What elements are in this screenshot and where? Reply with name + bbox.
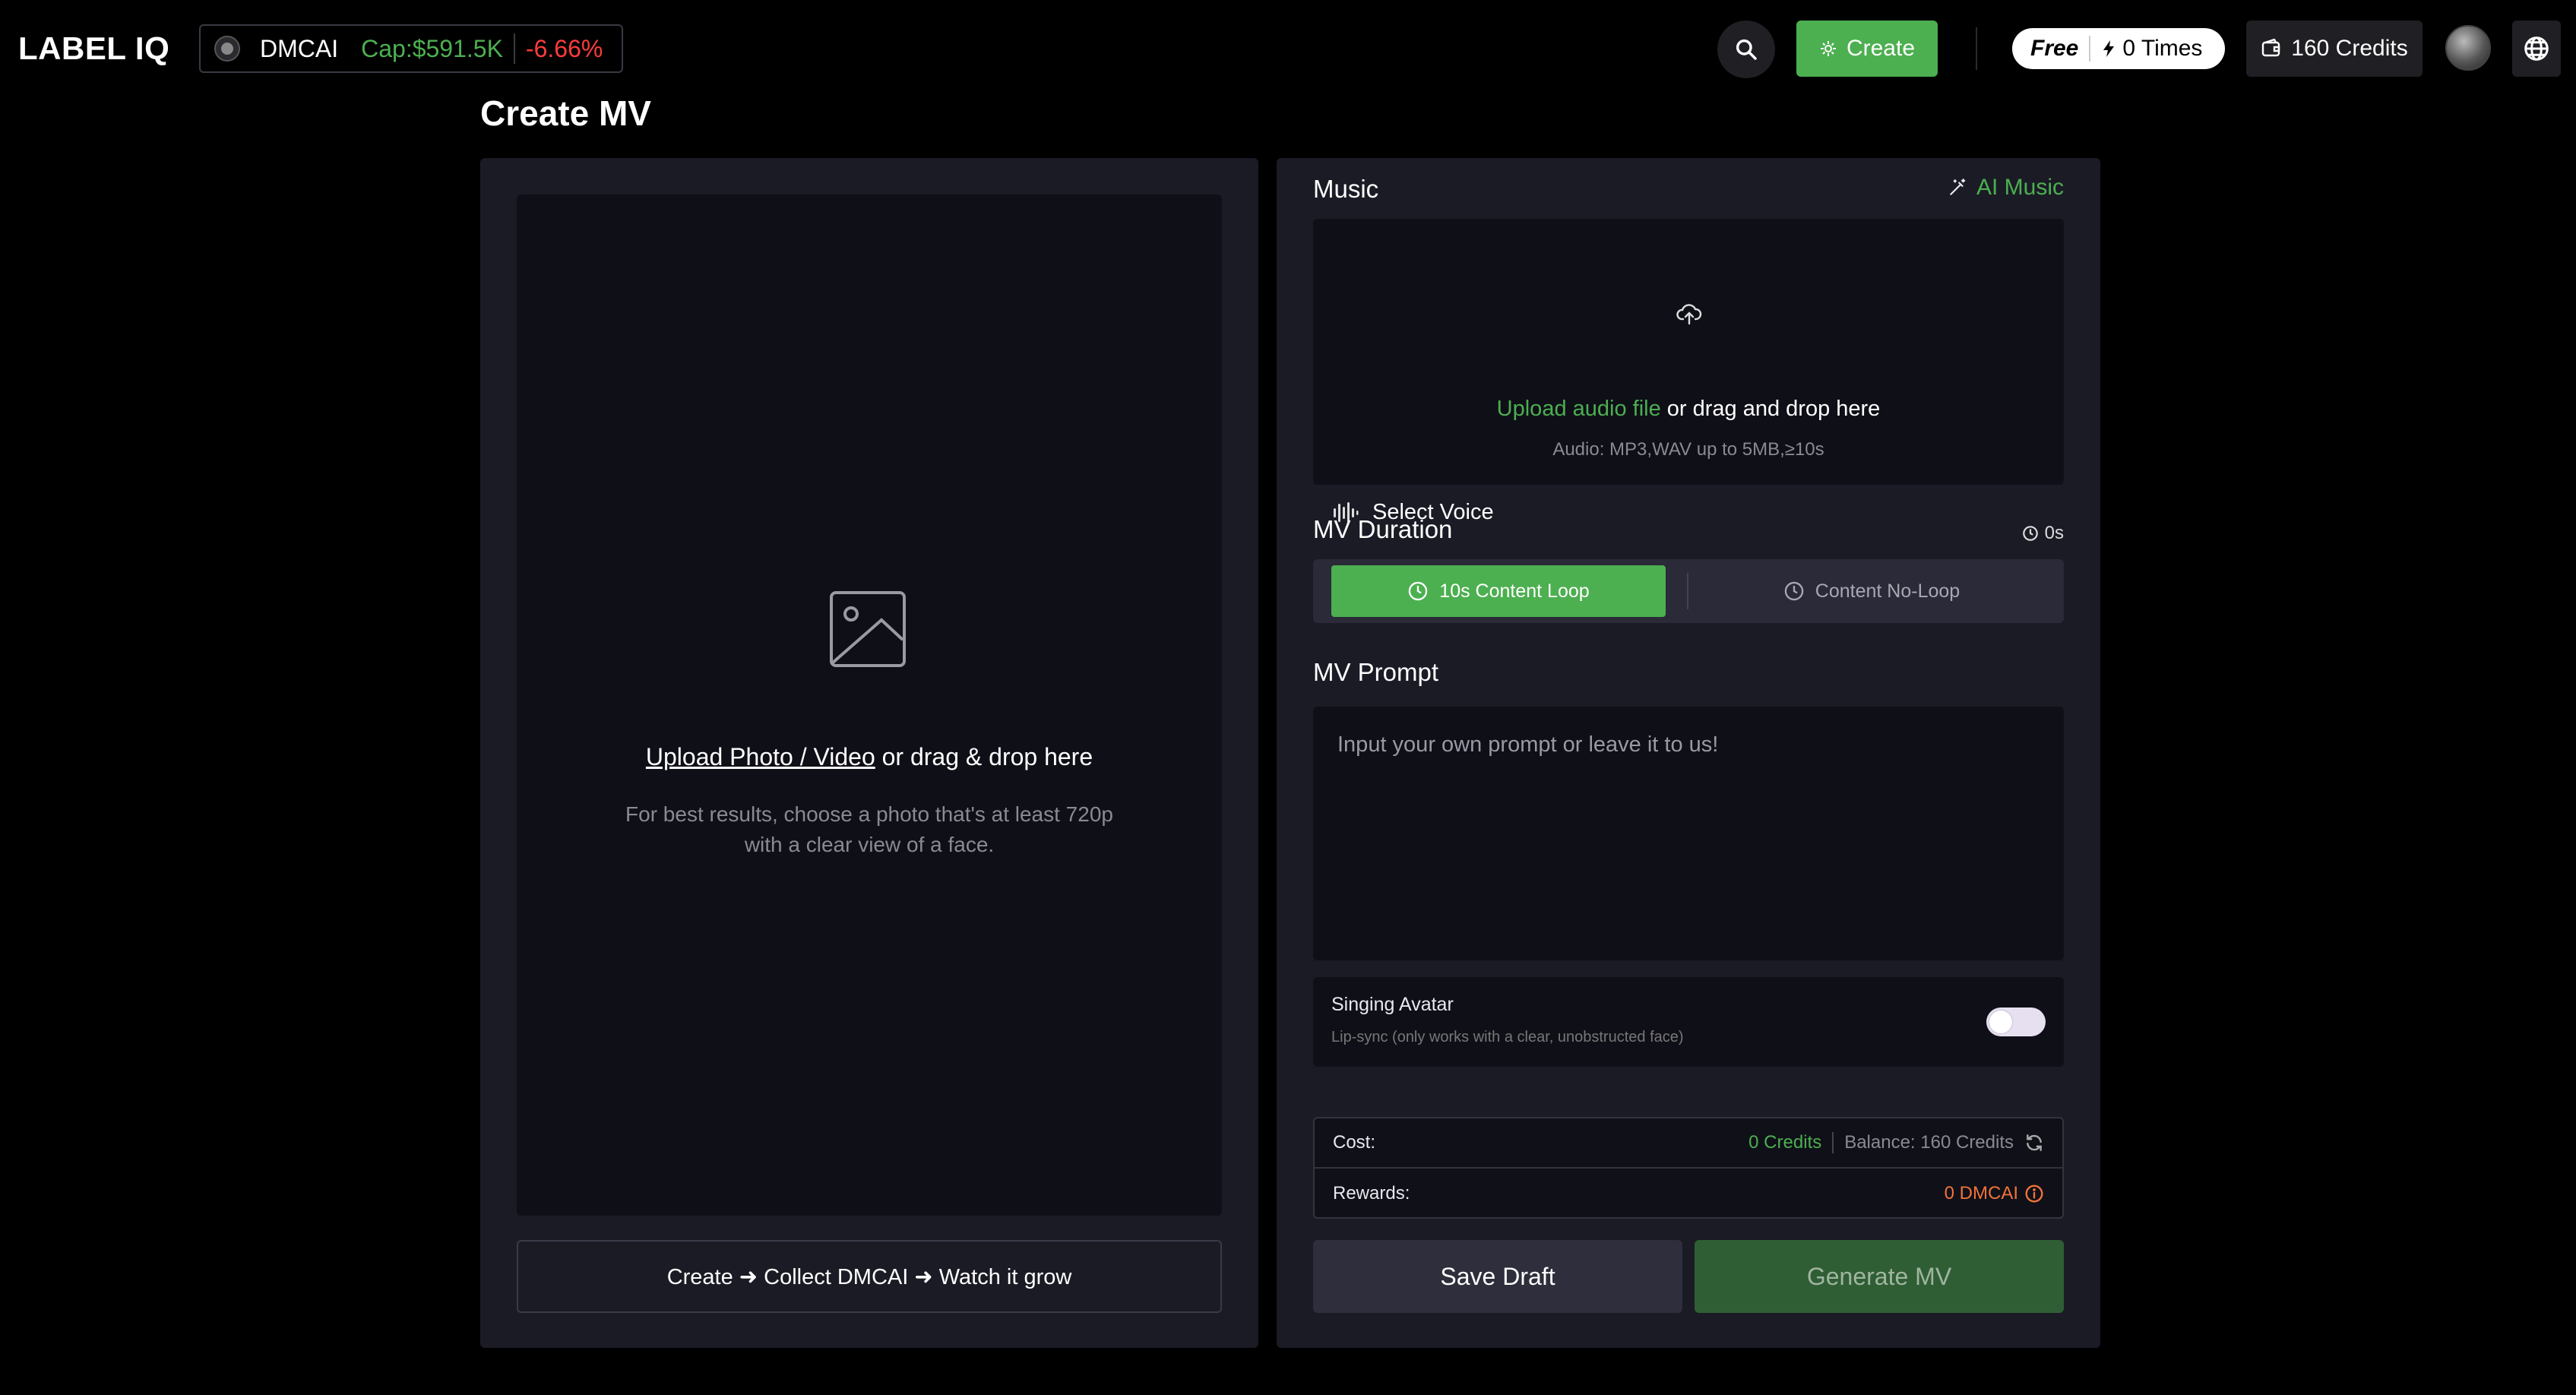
cost-row: Cost: 0 Credits Balance: 160 Credits bbox=[1315, 1118, 2062, 1169]
language-button[interactable] bbox=[2512, 21, 2561, 77]
credits-label: 160 Credits bbox=[2291, 36, 2408, 61]
upload-hint-line2: with a clear view of a face. bbox=[744, 833, 995, 856]
cost-label: Cost: bbox=[1333, 1132, 1376, 1153]
media-upload-panel: Upload Photo / Video or drag & drop here… bbox=[480, 158, 1258, 1348]
upload-hint-line1: For best results, choose a photo that's … bbox=[625, 802, 1113, 826]
rewards-label: Rewards: bbox=[1333, 1183, 1410, 1204]
search-icon bbox=[1736, 39, 1757, 60]
singing-avatar-card: Singing Avatar Lip-sync (only works with… bbox=[1313, 977, 2064, 1067]
cost-value: 0 Credits bbox=[1748, 1132, 1822, 1153]
loop-option-label: 10s Content Loop bbox=[1439, 580, 1590, 602]
globe-icon bbox=[2524, 36, 2549, 61]
music-section-title: Music bbox=[1313, 175, 1379, 203]
create-button-label: Create bbox=[1846, 36, 1916, 61]
cost-summary: Cost: 0 Credits Balance: 160 Credits Rew… bbox=[1313, 1117, 2064, 1219]
user-avatar[interactable] bbox=[2445, 25, 2491, 71]
duration-toggle: 10s Content Loop Content No-Loop bbox=[1313, 559, 2064, 623]
upload-rest-text: or drag & drop here bbox=[875, 743, 1093, 770]
image-placeholder-icon bbox=[830, 591, 906, 667]
audio-upload-instruction: Upload audio file or drag and drop here bbox=[1313, 397, 2064, 422]
clock-icon bbox=[1784, 581, 1804, 601]
rewards-row: Rewards: 0 DMCAI bbox=[1315, 1169, 2062, 1219]
dmcai-coin-icon bbox=[214, 36, 240, 62]
duration-section-title: MV Duration bbox=[1313, 515, 1453, 543]
header-divider bbox=[1976, 27, 1977, 70]
settings-panel: Music AI Music Upload audio file or drag… bbox=[1277, 158, 2100, 1348]
tagline-button[interactable]: Create ➜ Collect DMCAI ➜ Watch it grow bbox=[517, 1240, 1222, 1313]
create-button[interactable]: Create bbox=[1796, 21, 1938, 77]
sparkle-icon bbox=[1820, 41, 1836, 56]
duration-value: 0s bbox=[2044, 523, 2064, 543]
ticker-symbol: DMCAI bbox=[260, 34, 339, 62]
save-draft-button[interactable]: Save Draft bbox=[1313, 1240, 1682, 1313]
refresh-icon[interactable] bbox=[2024, 1133, 2044, 1153]
token-ticker[interactable]: DMCAI Cap:$591.5K -6.66% bbox=[199, 24, 623, 73]
upload-photo-video-link[interactable]: Upload Photo / Video bbox=[646, 743, 875, 770]
plan-badge[interactable]: Free 0 Times bbox=[2012, 28, 2225, 69]
upload-hint: For best results, choose a photo that's … bbox=[517, 799, 1222, 860]
audio-format-hint: Audio: MP3,WAV up to 5MB,≥10s bbox=[1552, 439, 1824, 460]
no-loop-option[interactable]: Content No-Loop bbox=[1685, 565, 2058, 617]
singing-avatar-subtitle: Lip-sync (only works with a clear, unobs… bbox=[1331, 1029, 1684, 1045]
duration-badge: 0s bbox=[2022, 523, 2064, 544]
prompt-textarea[interactable]: Input your own prompt or leave it to us! bbox=[1313, 707, 2064, 960]
generate-mv-button[interactable]: Generate MV bbox=[1695, 1240, 2064, 1313]
audio-dropzone[interactable]: Upload audio file or drag and drop here … bbox=[1313, 219, 2064, 524]
audio-rest-text: or drag and drop here bbox=[1660, 397, 1881, 421]
clock-icon bbox=[2022, 526, 2038, 541]
wallet-icon bbox=[2262, 39, 2280, 57]
ticker-market-cap: Cap:$591.5K bbox=[361, 34, 503, 62]
credits-button[interactable]: 160 Credits bbox=[2246, 21, 2423, 77]
balance-value: Balance: 160 Credits bbox=[1844, 1132, 2014, 1153]
cloud-upload-icon bbox=[1676, 304, 1702, 325]
plan-divider bbox=[2089, 36, 2091, 62]
plan-name: Free bbox=[2030, 36, 2079, 61]
upload-audio-link[interactable]: Upload audio file bbox=[1497, 397, 1661, 421]
clock-icon bbox=[1409, 581, 1428, 601]
singing-avatar-title: Singing Avatar bbox=[1331, 994, 1454, 1015]
info-icon[interactable] bbox=[2024, 1184, 2044, 1204]
search-button[interactable] bbox=[1717, 21, 1775, 78]
ticker-divider bbox=[513, 33, 515, 64]
bolt-icon bbox=[2103, 40, 2115, 57]
ai-music-button[interactable]: AI Music bbox=[1948, 175, 2064, 201]
photo-video-dropzone[interactable]: Upload Photo / Video or drag & drop here… bbox=[517, 195, 1222, 1216]
cost-divider bbox=[1832, 1132, 1834, 1153]
upload-instruction: Upload Photo / Video or drag & drop here bbox=[517, 743, 1222, 771]
no-loop-option-label: Content No-Loop bbox=[1815, 580, 1960, 602]
ai-music-label: AI Music bbox=[1976, 175, 2064, 200]
plan-times: 0 Times bbox=[2122, 36, 2203, 61]
prompt-section-title: MV Prompt bbox=[1313, 658, 1439, 686]
singing-avatar-toggle[interactable] bbox=[1986, 1008, 2046, 1036]
loop-option[interactable]: 10s Content Loop bbox=[1331, 565, 1666, 617]
rewards-value: 0 DMCAI bbox=[1944, 1183, 2018, 1204]
ticker-change: -6.66% bbox=[525, 34, 603, 62]
brand-logo[interactable]: LABEL IQ bbox=[18, 30, 169, 67]
magic-wand-icon bbox=[1950, 179, 1966, 195]
page-title: Create MV bbox=[480, 93, 651, 133]
